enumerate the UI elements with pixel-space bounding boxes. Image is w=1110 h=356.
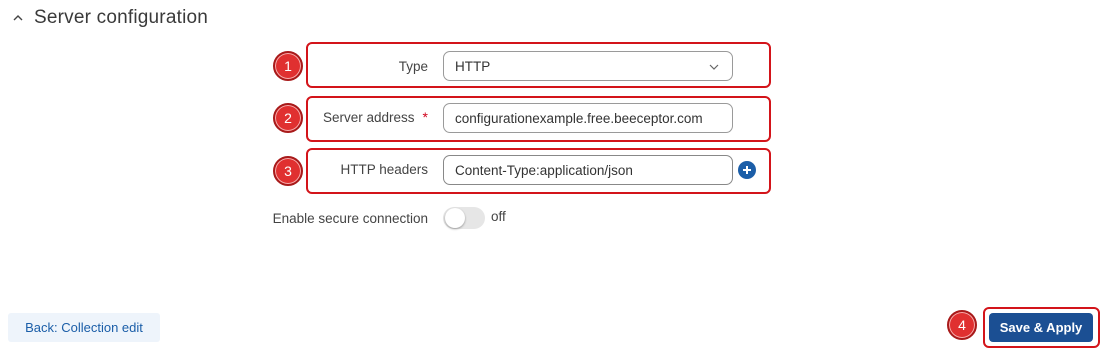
section-header[interactable]: Server configuration: [12, 5, 208, 31]
back-button[interactable]: Back: Collection edit: [8, 313, 160, 342]
plus-circle-icon: [743, 166, 751, 174]
type-select-value: HTTP: [455, 58, 491, 74]
add-header-button[interactable]: [738, 161, 756, 179]
section-title: Server configuration: [34, 7, 209, 28]
chevron-up-icon: [13, 15, 23, 21]
server-address-label: Server address *: [323, 97, 428, 137]
server-address-label-text: Server address: [323, 109, 415, 125]
secure-connection-toggle[interactable]: [443, 207, 485, 229]
toggle-knob: [445, 208, 465, 228]
chevron-down-icon: [709, 64, 719, 70]
annotation-badge-4: 4: [947, 310, 977, 340]
save-apply-button[interactable]: Save & Apply: [989, 313, 1093, 342]
server-address-input[interactable]: configurationexample.free.beeceptor.com: [443, 103, 733, 133]
http-headers-label: HTTP headers: [340, 161, 428, 177]
type-label: Type: [398, 58, 428, 74]
required-asterisk: *: [422, 109, 428, 125]
server-address-value: configurationexample.free.beeceptor.com: [455, 110, 703, 126]
http-headers-value: Content-Type:application/json: [455, 162, 633, 178]
type-select[interactable]: HTTP: [443, 51, 733, 81]
http-headers-input[interactable]: Content-Type:application/json: [443, 155, 733, 185]
secure-connection-row: Enable secure connection: [0, 198, 1110, 238]
secure-connection-label: Enable secure connection: [272, 210, 428, 226]
secure-connection-state: off: [491, 209, 506, 224]
